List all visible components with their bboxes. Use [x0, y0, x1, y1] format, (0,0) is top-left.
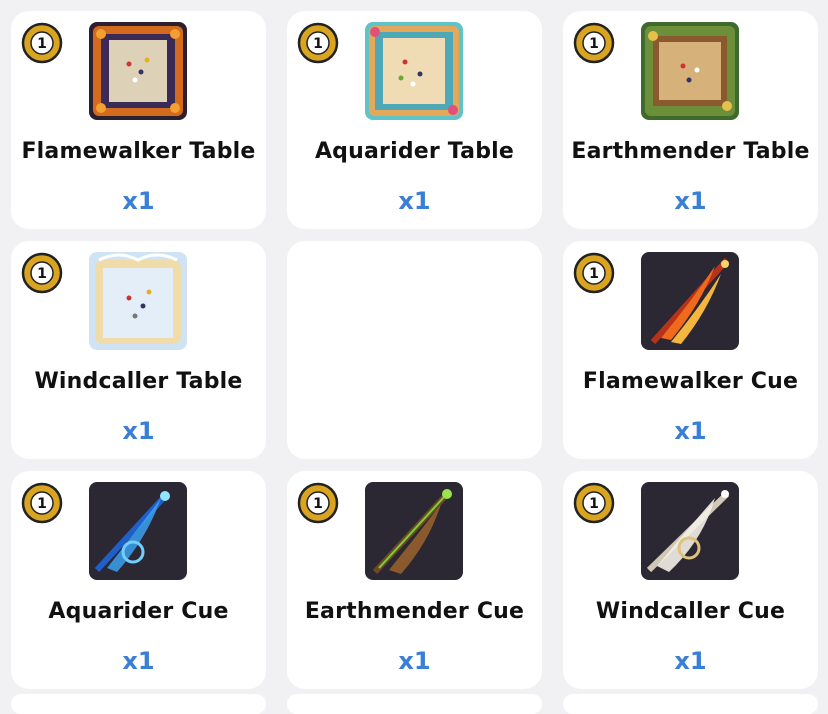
reward-card[interactable]: 1 Windcaller Cue x1 [563, 471, 818, 689]
pool-ball-one-icon: 1 [21, 482, 63, 524]
aquarider-table-image [365, 22, 463, 120]
item-name: Aquarider Cue [48, 599, 229, 624]
item-name: Earthmender Table [571, 139, 810, 164]
item-quantity: x1 [674, 187, 707, 215]
item-name: Earthmender Cue [304, 599, 525, 624]
empty-card [287, 241, 542, 459]
pool-ball-one-icon: 1 [573, 252, 615, 294]
next-row-card-edge [11, 694, 266, 714]
next-row-card-edge [287, 694, 542, 714]
item-name: Aquarider Table [314, 139, 515, 164]
pool-ball-one-icon: 1 [573, 22, 615, 64]
flamewalker-cue-image [641, 252, 739, 350]
svg-text:1: 1 [313, 496, 323, 512]
flamewalker-table-image [89, 22, 187, 120]
item-quantity: x1 [122, 647, 155, 675]
item-quantity: x1 [398, 187, 431, 215]
pool-ball-one-icon: 1 [21, 22, 63, 64]
svg-text:1: 1 [589, 36, 599, 52]
pool-ball-one-icon: 1 [297, 482, 339, 524]
reward-items-grid: 1 Flamewalker Table x1 1 Aquarider Table… [0, 0, 828, 714]
reward-card[interactable]: 1 Earthmender Table x1 [563, 11, 818, 229]
reward-card[interactable]: 1 Windcaller Table x1 [11, 241, 266, 459]
reward-card[interactable]: 1 Aquarider Table x1 [287, 11, 542, 229]
earthmender-cue-image [365, 482, 463, 580]
item-name: Windcaller Table [34, 369, 243, 394]
svg-text:1: 1 [589, 496, 599, 512]
earthmender-table-image [641, 22, 739, 120]
svg-text:1: 1 [37, 36, 47, 52]
svg-text:1: 1 [313, 36, 323, 52]
windcaller-table-image [89, 252, 187, 350]
aquarider-cue-image [89, 482, 187, 580]
item-quantity: x1 [674, 647, 707, 675]
svg-text:1: 1 [37, 266, 47, 282]
windcaller-cue-image [641, 482, 739, 580]
item-name: Flamewalker Cue [582, 369, 799, 394]
pool-ball-one-icon: 1 [297, 22, 339, 64]
item-quantity: x1 [674, 417, 707, 445]
reward-card[interactable]: 1 Flamewalker Table x1 [11, 11, 266, 229]
svg-text:1: 1 [37, 496, 47, 512]
item-quantity: x1 [122, 417, 155, 445]
item-quantity: x1 [398, 647, 431, 675]
reward-card[interactable]: 1 Aquarider Cue x1 [11, 471, 266, 689]
reward-card[interactable]: 1 Flamewalker Cue x1 [563, 241, 818, 459]
pool-ball-one-icon: 1 [21, 252, 63, 294]
item-name: Flamewalker Table [21, 139, 256, 164]
next-row-card-edge [563, 694, 818, 714]
item-quantity: x1 [122, 187, 155, 215]
pool-ball-one-icon: 1 [573, 482, 615, 524]
svg-text:1: 1 [589, 266, 599, 282]
item-name: Windcaller Cue [595, 599, 786, 624]
reward-card[interactable]: 1 Earthmender Cue x1 [287, 471, 542, 689]
